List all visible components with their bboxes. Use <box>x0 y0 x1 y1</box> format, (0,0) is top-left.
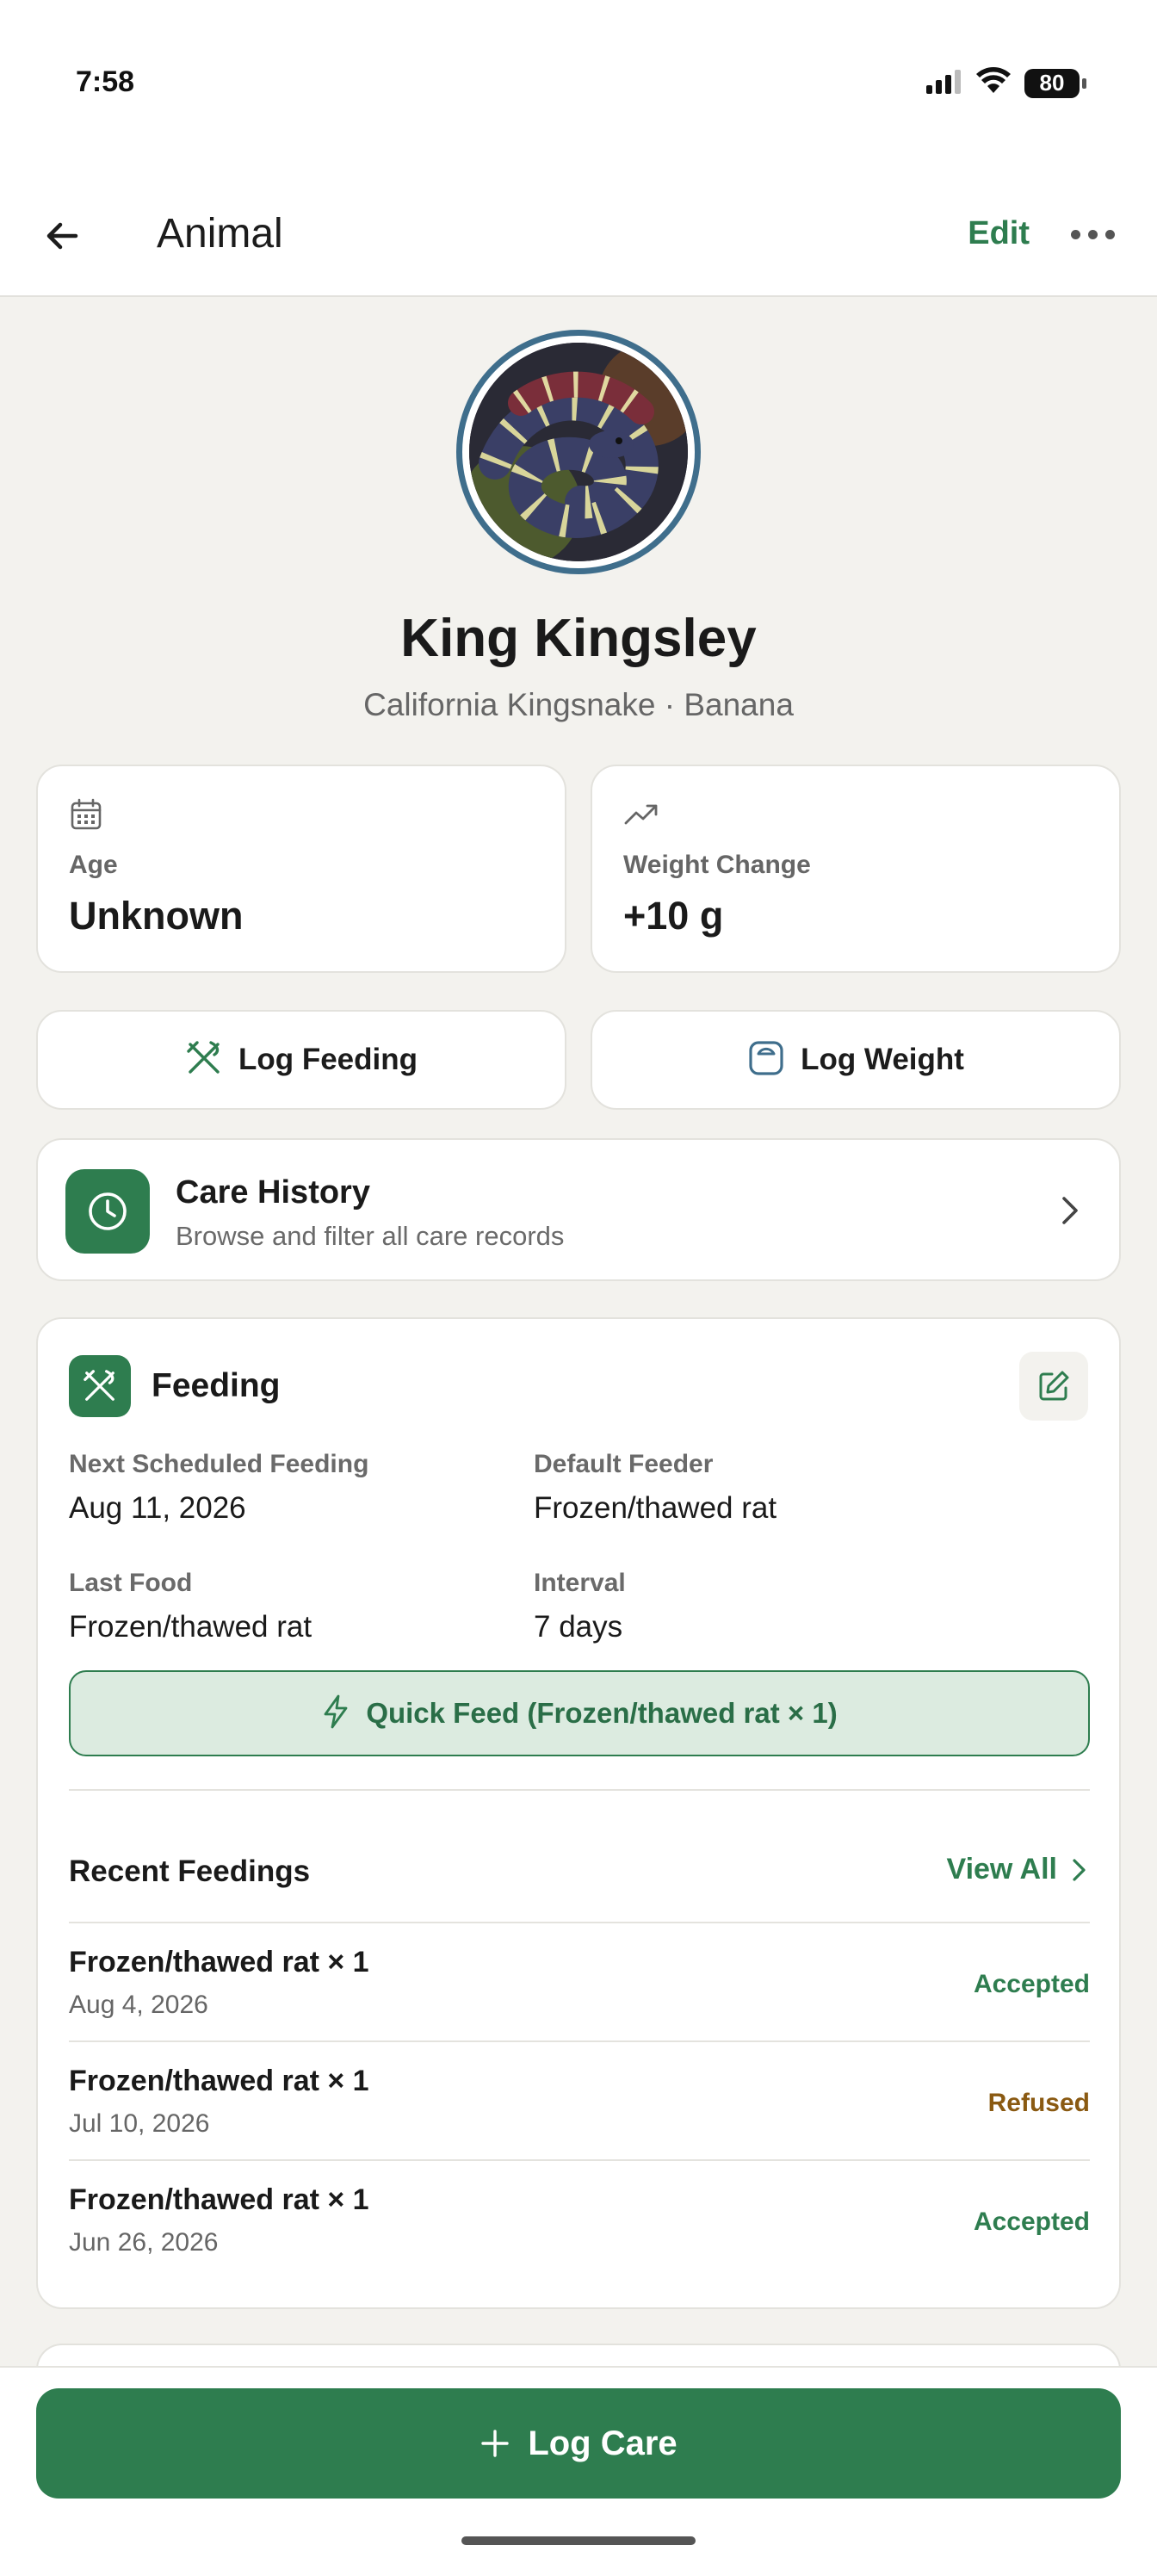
log-care-label: Log Care <box>528 2424 677 2462</box>
feeding-card: Feeding Next Scheduled Feeding Aug 11, 2… <box>36 1317 1121 2309</box>
feeding-status-badge: Refused <box>987 2089 1090 2117</box>
animal-species-morph: California Kingsnake · Banana <box>363 687 794 722</box>
care-history-title: Care History <box>176 1174 370 1211</box>
status-time: 7:58 <box>76 65 135 98</box>
edit-square-icon <box>1039 1371 1069 1401</box>
next-feeding-value: Aug 11, 2026 <box>69 1491 246 1525</box>
animal-name: King Kingsley <box>400 609 757 668</box>
interval-value: 7 days <box>534 1610 623 1644</box>
quick-feed-button[interactable]: Quick Feed (Frozen/thawed rat × 1) <box>69 1670 1090 1756</box>
clock-icon-tile <box>65 1169 150 1254</box>
app-bar: Animal Edit <box>0 172 1157 297</box>
fork-knife-icon <box>84 1370 114 1401</box>
weight-change-label: Weight Change <box>623 851 811 879</box>
plus-icon <box>481 2430 510 2457</box>
status-bar: 7:58 80 <box>0 0 1157 172</box>
snake-photo <box>469 343 688 561</box>
next-feeding-label: Next Scheduled Feeding <box>69 1450 369 1478</box>
log-weight-label: Log Weight <box>801 1043 964 1076</box>
age-card: Age Unknown <box>36 765 566 973</box>
feeding-row[interactable]: Frozen/thawed rat × 1 Jul 10, 2026 Refus… <box>69 2042 1090 2159</box>
log-weight-button[interactable]: Log Weight <box>591 1010 1121 1110</box>
edit-feeding-button[interactable] <box>1019 1352 1088 1421</box>
feeding-item-date: Jun 26, 2026 <box>69 2228 219 2257</box>
more-options-button[interactable] <box>1062 217 1123 251</box>
view-all-button[interactable]: View All <box>947 1853 1089 1886</box>
last-food-label: Last Food <box>69 1569 193 1597</box>
scale-icon <box>747 1039 785 1081</box>
default-feeder-label: Default Feeder <box>534 1450 714 1478</box>
feeding-item-date: Jul 10, 2026 <box>69 2109 210 2138</box>
recent-feedings-title: Recent Feedings <box>69 1855 311 1888</box>
trending-up-icon <box>623 797 659 836</box>
feeding-row[interactable]: Frozen/thawed rat × 1 Aug 4, 2026 Accept… <box>69 1923 1090 2040</box>
page-title: Animal <box>157 211 283 257</box>
divider <box>69 1789 1090 1791</box>
signal-icon <box>925 68 962 98</box>
care-history-subtitle: Browse and filter all care records <box>176 1221 565 1251</box>
bottom-action-bar: Log Care <box>0 2366 1157 2576</box>
age-label: Age <box>69 851 118 879</box>
default-feeder-value: Frozen/thawed rat <box>534 1491 777 1525</box>
last-food-value: Frozen/thawed rat <box>69 1610 312 1644</box>
fork-knife-icon <box>185 1039 223 1081</box>
more-dots-icon <box>1070 229 1080 239</box>
feeding-item-date: Aug 4, 2026 <box>69 1991 208 2019</box>
clock-icon <box>89 1192 127 1230</box>
interval-label: Interval <box>534 1569 626 1597</box>
weight-change-value: +10 g <box>623 894 724 938</box>
lightning-icon <box>321 1694 350 1733</box>
feeding-icon-tile <box>69 1355 131 1417</box>
battery-indicator: 80 <box>1024 68 1086 98</box>
edit-button[interactable]: Edit <box>968 215 1030 252</box>
log-feeding-label: Log Feeding <box>238 1043 418 1076</box>
status-icons: 80 <box>925 67 1086 99</box>
chevron-right-icon <box>1073 1858 1086 1881</box>
age-value: Unknown <box>69 894 244 938</box>
weight-change-card: Weight Change +10 g <box>591 765 1121 973</box>
feeding-row[interactable]: Frozen/thawed rat × 1 Jun 26, 2026 Accep… <box>69 2161 1090 2278</box>
calendar-icon <box>69 797 103 836</box>
log-feeding-button[interactable]: Log Feeding <box>36 1010 566 1110</box>
home-indicator[interactable] <box>461 2536 696 2545</box>
animal-avatar[interactable] <box>456 330 701 574</box>
feeding-item-name: Frozen/thawed rat × 1 <box>69 2065 369 2097</box>
feeding-item-name: Frozen/thawed rat × 1 <box>69 1946 369 1978</box>
view-all-label: View All <box>946 1853 1058 1886</box>
care-history-card[interactable]: Care History Browse and filter all care … <box>36 1138 1121 1281</box>
quick-feed-label: Quick Feed (Frozen/thawed rat × 1) <box>366 1697 838 1729</box>
feeding-status-badge: Accepted <box>973 2208 1090 2236</box>
back-button[interactable] <box>38 212 86 260</box>
wifi-icon <box>974 67 1012 99</box>
feeding-status-badge: Accepted <box>973 1970 1090 1998</box>
feeding-item-name: Frozen/thawed rat × 1 <box>69 2183 369 2216</box>
chevron-right-icon <box>1054 1192 1085 1234</box>
feeding-title: Feeding <box>152 1367 281 1404</box>
arrow-left-icon <box>46 222 78 250</box>
log-care-button[interactable]: Log Care <box>36 2388 1121 2499</box>
